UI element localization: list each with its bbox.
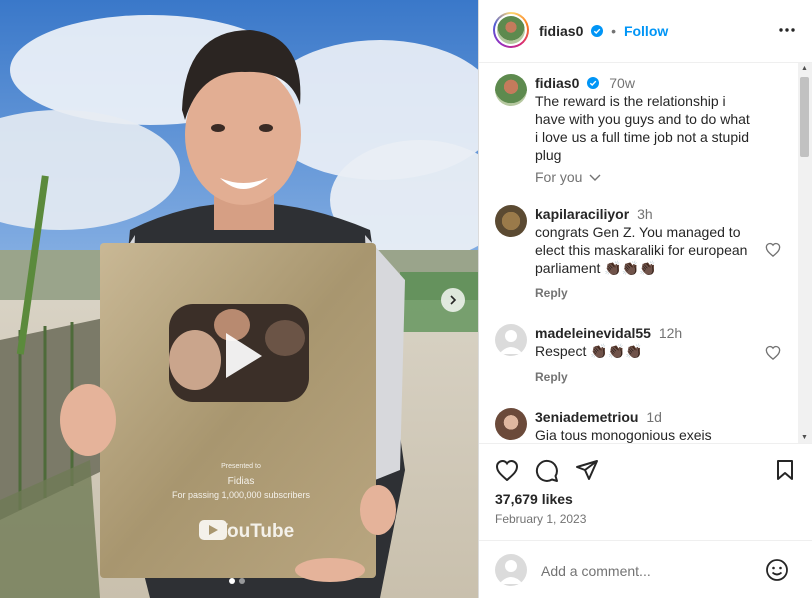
verified-badge-icon	[591, 25, 604, 37]
comment-age: 12h	[658, 325, 683, 341]
post-header: fidias0 • Follow	[479, 0, 812, 63]
chevron-down-icon	[589, 174, 601, 181]
caption-text: The reward is the relationship i have wi…	[535, 93, 750, 163]
user-avatar[interactable]	[495, 554, 527, 586]
carousel-next-button[interactable]	[441, 288, 465, 312]
for-you-label: For you	[535, 169, 583, 185]
comments-list[interactable]: fidias0 70w The reward is the relationsh…	[479, 63, 812, 443]
comment: 3eniademetriou 1d Gia tous monogonious e…	[535, 408, 755, 443]
bookmark-icon[interactable]	[775, 459, 795, 481]
add-comment-bar	[479, 540, 812, 599]
comment-text: Gia tous monogonious exeis	[535, 427, 712, 443]
author-username[interactable]: fidias0	[539, 23, 583, 39]
author-avatar[interactable]	[493, 12, 529, 48]
commenter-avatar[interactable]	[495, 324, 527, 356]
post-image[interactable]: Presented to Fidias For passing 1,000,00…	[0, 0, 478, 598]
commenter-avatar[interactable]	[495, 408, 527, 440]
default-avatar-icon	[499, 330, 523, 354]
verified-badge-icon	[587, 77, 600, 89]
heart-icon[interactable]	[765, 345, 781, 360]
reply-button[interactable]: Reply	[535, 370, 568, 384]
comment-username[interactable]: madeleinevidal55	[535, 325, 651, 341]
share-icon[interactable]	[575, 459, 599, 481]
follow-button[interactable]: Follow	[624, 23, 668, 39]
plaque-reason: For passing 1,000,000 subscribers	[172, 490, 311, 500]
comment-icon[interactable]	[535, 459, 559, 483]
post-actions: 37,679 likes February 1, 2023	[479, 443, 812, 549]
caption-username[interactable]: fidias0	[535, 75, 579, 91]
scroll-up-icon[interactable]: ▲	[801, 65, 808, 72]
commenter-avatar[interactable]	[495, 205, 527, 237]
post-photo: Presented to Fidias For passing 1,000,00…	[0, 0, 478, 598]
heart-icon[interactable]	[765, 242, 781, 257]
plaque-brand: YouTube	[216, 521, 294, 542]
scroll-down-icon[interactable]: ▼	[801, 434, 808, 441]
comment-username[interactable]: 3eniademetriou	[535, 409, 638, 425]
post-date: February 1, 2023	[495, 512, 587, 526]
separator: •	[611, 23, 617, 39]
comment: madeleinevidal55 12h Respect 👏🏿👏🏿👏🏿	[535, 324, 755, 360]
like-heart-icon[interactable]	[495, 459, 519, 481]
for-you-dropdown[interactable]: For you	[535, 169, 601, 185]
scrollbar-thumb[interactable]	[800, 77, 809, 157]
plaque-name: Fidias	[228, 476, 255, 487]
comments-scrollbar[interactable]: ▲ ▼	[798, 63, 812, 443]
caption-avatar[interactable]	[495, 74, 527, 106]
plaque-presented-to: Presented to	[221, 463, 261, 470]
comment-age: 1d	[646, 409, 662, 425]
comment-text: congrats Gen Z. You managed to elect thi…	[535, 224, 748, 276]
caption-age: 70w	[609, 75, 635, 91]
post-side-panel: fidias0 • Follow fidias0 70w The reward …	[478, 0, 812, 598]
comment-age: 3h	[637, 206, 653, 222]
carousel-dots	[229, 578, 245, 584]
more-options-icon[interactable]	[778, 21, 796, 39]
comment-text: Respect 👏🏿👏🏿👏🏿	[535, 343, 643, 359]
comment-input[interactable]	[539, 559, 763, 583]
emoji-icon[interactable]	[765, 558, 789, 582]
reply-button[interactable]: Reply	[535, 286, 568, 300]
carousel-dot[interactable]	[239, 578, 245, 584]
author-line: fidias0 • Follow	[539, 23, 668, 39]
carousel-dot-active[interactable]	[229, 578, 235, 584]
likes-count[interactable]: 37,679 likes	[495, 491, 573, 507]
comment-username[interactable]: kapilaraciliyor	[535, 206, 629, 222]
caption: fidias0 70w The reward is the relationsh…	[535, 74, 755, 164]
comment: kapilaraciliyor 3h congrats Gen Z. You m…	[535, 205, 755, 277]
default-avatar-icon	[499, 560, 523, 584]
chevron-right-icon	[450, 295, 457, 305]
